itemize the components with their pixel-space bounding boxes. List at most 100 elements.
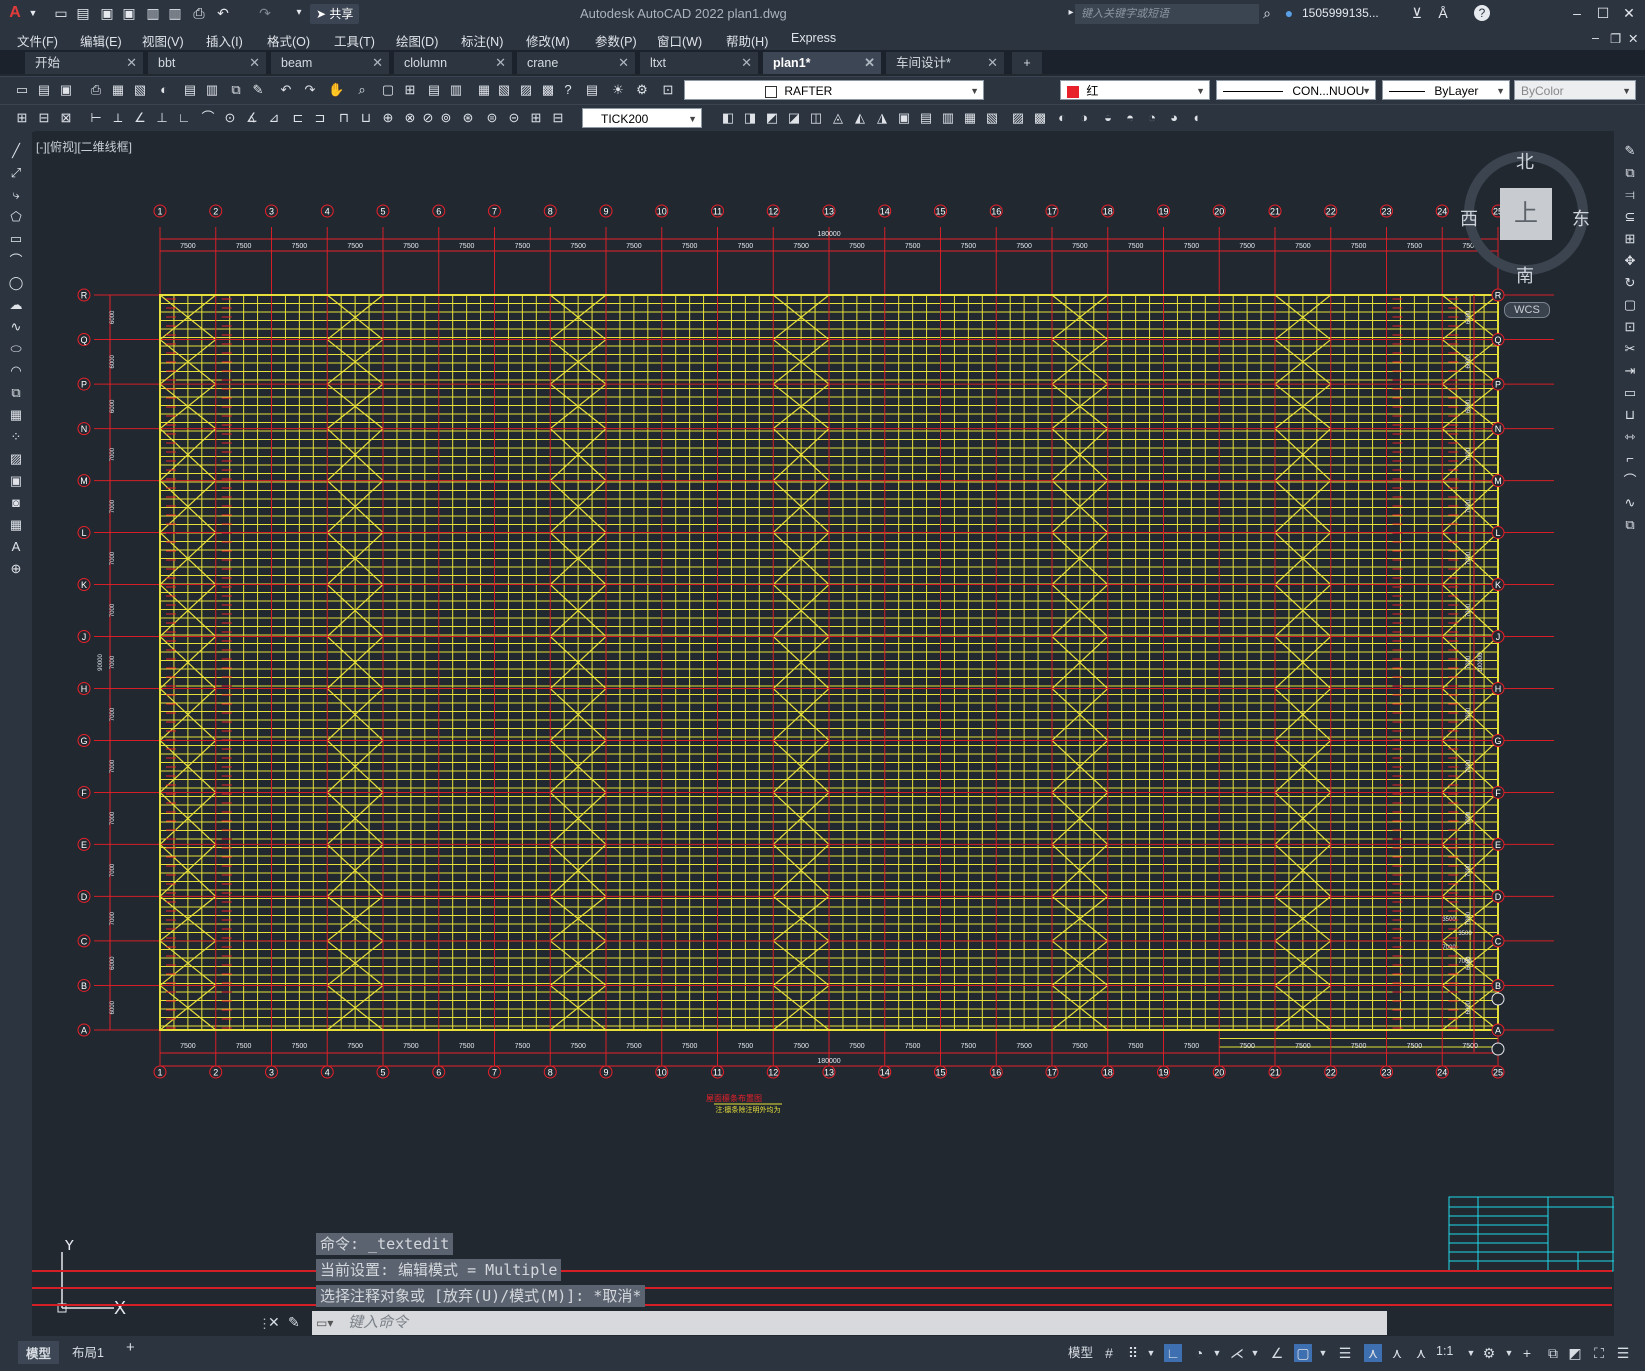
iso-menu-icon[interactable]: ▼ bbox=[1246, 1344, 1264, 1362]
draw-icon-10[interactable]: ⬭ bbox=[8, 341, 24, 357]
std-icon-19[interactable]: ▥ bbox=[448, 82, 464, 98]
menu-parametric[interactable]: 参数(P) bbox=[595, 31, 637, 50]
std-icon-28[interactable]: ⊡ bbox=[660, 82, 676, 98]
dim-icon-20[interactable]: ⊚ bbox=[438, 110, 454, 126]
new-tab-button[interactable]: + bbox=[1012, 52, 1042, 74]
std-icon-3[interactable]: ▣ bbox=[58, 82, 74, 98]
modify-icon-12[interactable]: ▭ bbox=[1622, 385, 1638, 401]
menu-modify[interactable]: 修改(M) bbox=[526, 31, 570, 50]
cmd-recent-icon[interactable]: ▭▾ bbox=[316, 1316, 333, 1330]
annotation-scale-value[interactable]: 1:1 bbox=[1436, 1344, 1453, 1358]
std-icon-10[interactable]: ⧉ bbox=[228, 82, 244, 98]
std-icon-26[interactable]: ☀ bbox=[610, 82, 626, 98]
tab-beam[interactable]: beam ✕ bbox=[271, 52, 389, 74]
doc-close-icon[interactable]: ✕ bbox=[1628, 31, 1638, 46]
save-as-icon[interactable]: ▣ bbox=[120, 4, 138, 22]
autodesk-app-icon[interactable]: Å bbox=[1434, 4, 1452, 22]
wcs-menu[interactable]: WCS bbox=[1504, 302, 1550, 318]
menu-tools[interactable]: 工具(T) bbox=[334, 31, 375, 50]
modify-icon-9[interactable]: ⊡ bbox=[1622, 319, 1638, 335]
customize-quick-access-icon[interactable]: ▾ bbox=[290, 4, 308, 22]
isodraft-icon[interactable]: ⋌ bbox=[1228, 1344, 1246, 1362]
modify-icon-1[interactable]: ✎ bbox=[1622, 143, 1638, 159]
menu-file[interactable]: 文件(F) bbox=[17, 31, 58, 50]
modify-icon-17[interactable]: ∿ bbox=[1622, 495, 1638, 511]
dim-icon-16[interactable]: ⊔ bbox=[358, 110, 374, 126]
dim-icon-23[interactable]: ⊝ bbox=[506, 110, 522, 126]
object-snap-tracking-icon[interactable]: ∠ bbox=[1268, 1344, 1286, 1362]
tab-workshop-design[interactable]: 车间设计* ✕ bbox=[886, 52, 1004, 74]
std-icon-5[interactable]: ▦ bbox=[110, 82, 126, 98]
maximize-icon[interactable]: ☐ bbox=[1592, 4, 1614, 22]
tab-bbt[interactable]: bbt ✕ bbox=[148, 52, 266, 74]
annotation-scale-icon[interactable]: ⋏ bbox=[1412, 1344, 1430, 1362]
draw-icon-13[interactable]: ▦ bbox=[8, 407, 24, 423]
tab-model[interactable]: 模型 bbox=[18, 1341, 60, 1364]
user-icon[interactable]: ● bbox=[1280, 4, 1298, 22]
view-icon-3[interactable]: ◩ bbox=[764, 110, 780, 126]
modify-icon-3[interactable]: ⫤ bbox=[1622, 187, 1638, 203]
modify-icon-11[interactable]: ⇥ bbox=[1622, 363, 1638, 379]
dim-icon-8[interactable]: ∟ bbox=[176, 110, 192, 126]
plotstyle-dropdown[interactable]: ByColor ▼ bbox=[1514, 80, 1636, 100]
viewport-controls[interactable]: [-][俯视][二维线框] bbox=[36, 138, 132, 155]
tab-plan1[interactable]: plan1* ✕ bbox=[763, 52, 881, 74]
std-icon-12[interactable]: ↶ bbox=[278, 82, 294, 98]
tab-clolumn[interactable]: clolumn ✕ bbox=[394, 52, 512, 74]
search-input[interactable]: 键入关键字或短语 bbox=[1075, 4, 1259, 24]
undo-icon[interactable]: ↶ bbox=[214, 4, 232, 22]
polar-icon[interactable]: ◔ bbox=[1190, 1344, 1208, 1362]
tab-start[interactable]: 开始 ✕ bbox=[25, 52, 143, 74]
draw-icon-11[interactable]: ◠ bbox=[8, 363, 24, 379]
view-icon-6[interactable]: ◬ bbox=[830, 110, 846, 126]
snap-icon[interactable]: ⠿ bbox=[1124, 1344, 1142, 1362]
close-tab-icon[interactable]: ✕ bbox=[126, 52, 137, 74]
std-icon-4[interactable]: ⎙ bbox=[88, 82, 104, 98]
user-account[interactable]: 1505999135... bbox=[1302, 6, 1379, 20]
menu-window[interactable]: 窗口(W) bbox=[657, 31, 702, 50]
std-icon-11[interactable]: ✎ bbox=[250, 82, 266, 98]
dim-icon-9[interactable]: ⌒ bbox=[200, 110, 216, 126]
share-button[interactable]: ➤ 共享 bbox=[310, 4, 360, 24]
menu-format[interactable]: 格式(O) bbox=[267, 31, 310, 50]
std-icon-23[interactable]: ▩ bbox=[540, 82, 556, 98]
std-icon-17[interactable]: ⊞ bbox=[402, 82, 418, 98]
redo-icon[interactable]: ↷ bbox=[256, 4, 274, 22]
add-icon[interactable]: + bbox=[1518, 1344, 1536, 1362]
view-icon-22[interactable]: ◖ bbox=[1188, 110, 1204, 126]
std-icon-18[interactable]: ▤ bbox=[426, 82, 442, 98]
compass-south[interactable]: 南 bbox=[1516, 262, 1534, 288]
autocad-logo-icon[interactable]: A bbox=[6, 4, 24, 22]
dim-icon-6[interactable]: ∠ bbox=[132, 110, 148, 126]
osnap-menu-icon[interactable]: ▼ bbox=[1314, 1344, 1332, 1362]
draw-icon-6[interactable]: ⌒ bbox=[8, 253, 24, 269]
workspace-gear-icon[interactable]: ⚙ bbox=[1480, 1344, 1498, 1362]
modify-icon-14[interactable]: ⇿ bbox=[1622, 429, 1638, 445]
std-icon-27[interactable]: ⚙ bbox=[634, 82, 650, 98]
dim-icon-14[interactable]: ⊐ bbox=[312, 110, 328, 126]
draw-icon-14[interactable]: ⁘ bbox=[8, 429, 24, 445]
dim-icon-1[interactable]: ⊞ bbox=[14, 110, 30, 126]
draw-icon-17[interactable]: ◙ bbox=[8, 495, 24, 511]
dim-icon-5[interactable]: ⟂ bbox=[110, 110, 126, 126]
modify-icon-5[interactable]: ⊞ bbox=[1622, 231, 1638, 247]
view-icon-1[interactable]: ◧ bbox=[720, 110, 736, 126]
menu-edit[interactable]: 编辑(E) bbox=[80, 31, 122, 50]
draw-icon-18[interactable]: ▦ bbox=[8, 517, 24, 533]
view-icon-15[interactable]: ▩ bbox=[1032, 110, 1048, 126]
compass-west[interactable]: 西 bbox=[1460, 205, 1478, 231]
std-icon-16[interactable]: ▢ bbox=[380, 82, 396, 98]
view-icon-9[interactable]: ▣ bbox=[896, 110, 912, 126]
close-tab-icon[interactable]: ✕ bbox=[249, 52, 260, 74]
compass-east[interactable]: 东 bbox=[1572, 205, 1590, 231]
snap-menu-icon[interactable]: ▼ bbox=[1142, 1344, 1160, 1362]
polar-menu-icon[interactable]: ▼ bbox=[1208, 1344, 1226, 1362]
dim-icon-11[interactable]: ∡ bbox=[244, 110, 260, 126]
view-icon-21[interactable]: ◕ bbox=[1166, 110, 1182, 126]
print-icon[interactable]: ⎙ bbox=[190, 4, 208, 22]
std-icon-9[interactable]: ▥ bbox=[204, 82, 220, 98]
cmd-customize-icon[interactable]: ✎ bbox=[288, 1314, 300, 1331]
annotation-visibility-icon[interactable]: ⋏ bbox=[1364, 1344, 1382, 1362]
doc-restore-icon[interactable]: ❐ bbox=[1610, 31, 1621, 46]
std-icon-2[interactable]: ▤ bbox=[36, 82, 52, 98]
